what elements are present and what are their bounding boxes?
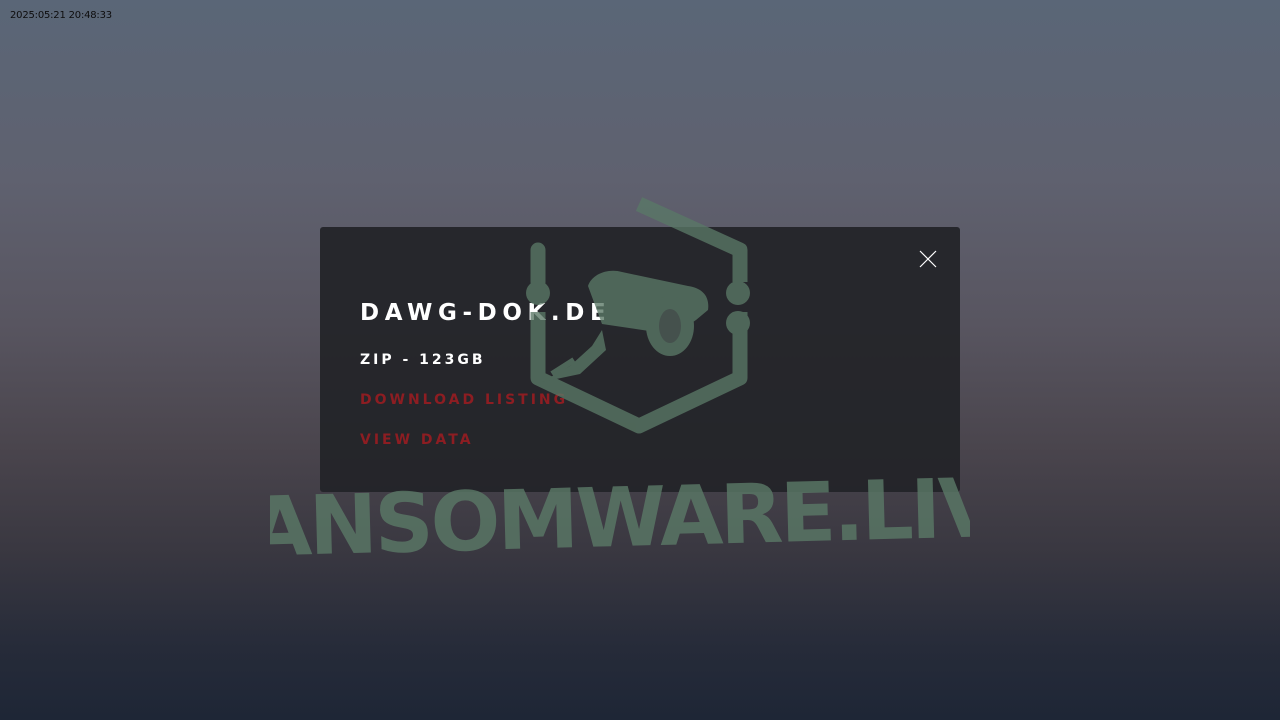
timestamp: 2025:05:21 20:48:33 <box>10 10 112 21</box>
view-data-link[interactable]: VIEW DATA <box>360 432 474 448</box>
archive-size-label: ZIP - 123GB <box>360 352 486 368</box>
close-button[interactable] <box>918 249 938 269</box>
download-listing-link[interactable]: DOWNLOAD LISTING <box>360 392 568 408</box>
victim-domain-title: DAWG-DOK.DE <box>360 300 612 326</box>
close-icon <box>919 250 937 268</box>
